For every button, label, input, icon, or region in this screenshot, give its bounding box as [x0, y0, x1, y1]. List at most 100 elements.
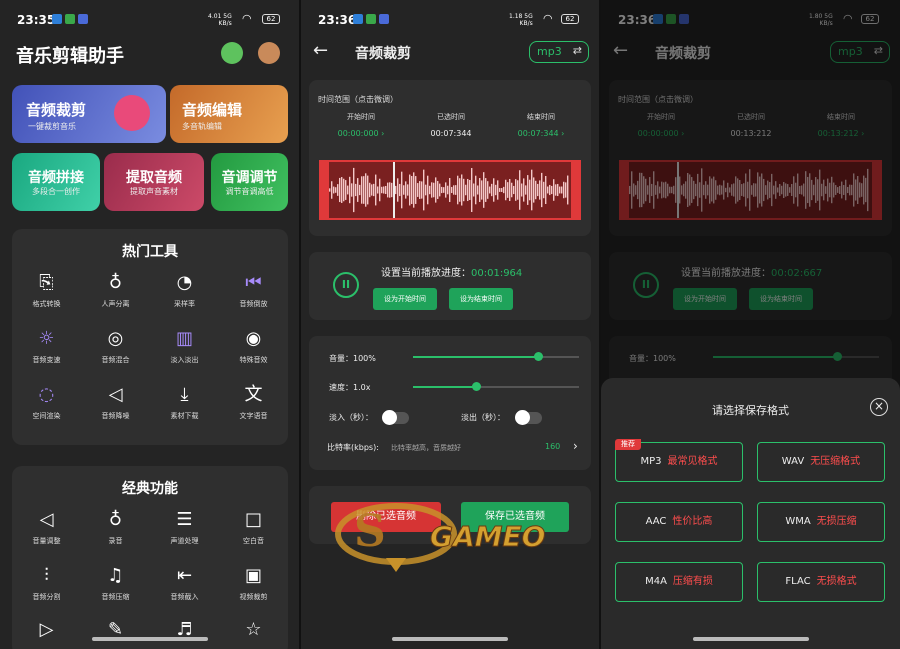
tool-vocal-separate[interactable]: ♁ 人声分离	[81, 271, 150, 309]
start-time-col[interactable]: 开始时间 00:00:000 ›	[321, 112, 401, 138]
waveform-bar	[411, 176, 413, 204]
bitrate-label: 比特率(kbps):	[327, 443, 379, 452]
waveform-bar	[407, 184, 409, 196]
home-indicator[interactable]	[692, 637, 809, 641]
right-handle[interactable]	[571, 162, 579, 218]
format-option-wma[interactable]: WMA 无损压缩	[757, 502, 885, 542]
card-pitch-adjust[interactable]: 音调调节 调节音调高低	[211, 153, 288, 211]
waveform-bar	[333, 186, 335, 194]
tool-format-convert[interactable]: ⎘ 格式转换	[12, 271, 81, 309]
waveform-bar	[447, 185, 449, 195]
tool-fade[interactable]: ▥ 淡入淡出	[150, 327, 219, 365]
wifi-icon: ◠	[543, 12, 553, 25]
card-extract-audio[interactable]: 提取音频 提取声音素材	[104, 153, 204, 211]
waveform-bar	[417, 183, 419, 197]
format-desc: 性价比高	[672, 516, 713, 527]
bitrate-value[interactable]: 160	[545, 442, 560, 451]
home-indicator[interactable]	[91, 637, 208, 641]
tool-volume[interactable]: ◁ 音量调整	[12, 508, 81, 546]
toggle-knob	[515, 410, 530, 425]
status-time: 23:35	[17, 13, 56, 27]
waveform-bar	[383, 186, 385, 194]
waveform-bar	[531, 169, 533, 211]
tool-label: 声道处理	[170, 537, 199, 545]
waveform-bar	[511, 182, 513, 198]
note-icon: ♫	[107, 565, 124, 586]
folder-icon[interactable]	[258, 42, 280, 64]
close-icon[interactable]: ×	[870, 398, 888, 416]
waveform[interactable]	[319, 160, 581, 220]
waveform-bar	[433, 182, 435, 198]
format-option-wav[interactable]: WAV 无压缩格式	[757, 442, 885, 482]
format-option-m4a[interactable]: M4A 压缩有损	[615, 562, 743, 602]
format-option-flac[interactable]: FLAC 无损格式	[757, 562, 885, 602]
fade-in-toggle[interactable]	[382, 410, 409, 425]
waveform-bar	[437, 181, 439, 199]
volume-slider[interactable]	[413, 352, 579, 361]
tool-sample-rate[interactable]: ◔ 采样率	[150, 271, 219, 309]
card-label: 音频裁剪	[26, 101, 87, 119]
tool-mix[interactable]: ◎ 音频混合	[81, 327, 150, 365]
tool-more-4[interactable]: ☆	[219, 618, 288, 642]
pause-button[interactable]: II	[333, 272, 359, 298]
card-audio-merge[interactable]: 音频拼接 多段合一创作	[12, 153, 100, 211]
waveform-bar	[413, 172, 415, 208]
waveform-bar	[337, 184, 339, 196]
tool-channel[interactable]: ☰ 声道处理	[150, 508, 219, 546]
tool-label: 采样率	[174, 300, 195, 308]
volume-fill	[413, 356, 538, 358]
tool-record[interactable]: ♁ 录音	[81, 508, 150, 546]
tool-silence[interactable]: □ 空白音	[219, 508, 288, 546]
playhead[interactable]	[393, 162, 395, 218]
home-indicator[interactable]	[392, 637, 508, 641]
chevron-right-icon[interactable]: ›	[573, 439, 578, 453]
format-sheet: 请选择保存格式 × 推荐 MP3 最常见格式 WAV 无压缩格式 AAC 性价比高 WM…	[601, 378, 900, 649]
waveform-bar	[561, 186, 563, 194]
end-time-col[interactable]: 结束时间 00:07:344 ›	[501, 112, 581, 138]
tool-label: 音频倒放	[239, 300, 268, 308]
avatar[interactable]	[221, 42, 243, 64]
waveform-bar	[513, 185, 515, 195]
tool-import[interactable]: ⇤ 音频截入	[150, 564, 219, 602]
tool-video-cut[interactable]: ▣ 视频裁剪	[219, 564, 288, 602]
waveform-bar	[347, 185, 349, 195]
svg-text:GAMEO: GAMEO	[430, 520, 545, 553]
waveform-bar	[515, 179, 517, 201]
tool-more-1[interactable]: ▷	[12, 618, 81, 642]
card-audio-edit[interactable]: 音频编辑 多音轨编辑	[170, 85, 288, 143]
set-start-button[interactable]: 设为开始时间	[373, 288, 437, 310]
card-label: 提取音频	[126, 170, 182, 186]
progress-row: 设置当前播放进度：00:01:964	[381, 264, 522, 279]
battery-icon: 62	[561, 14, 579, 24]
tool-label: 音频压缩	[101, 593, 130, 601]
waveform-bar	[475, 175, 477, 205]
tool-reverse[interactable]: ⏮ 音频倒放	[219, 271, 288, 309]
fade-out-toggle[interactable]	[515, 410, 542, 425]
card-audio-cut[interactable]: 音频裁剪 一键裁剪音乐	[12, 85, 166, 143]
sheet-title: 请选择保存格式	[712, 404, 789, 417]
tool-compress[interactable]: ♫ 音频压缩	[81, 564, 150, 602]
tool-download[interactable]: ⤓ 素材下载	[150, 383, 219, 421]
waveform-bar	[399, 183, 401, 197]
tool-speed[interactable]: ☼ 音频变速	[12, 327, 81, 365]
tool-split[interactable]: ⫶ 音频分割	[12, 564, 81, 602]
format-select-screen: 23:36 1.80 5GKB/s ◠ 62 ← 音频裁剪 mp3⇄ 时间范围（…	[601, 0, 900, 649]
tool-denoise[interactable]: ◁ 音频降噪	[81, 383, 150, 421]
app-title: 音乐剪辑助手	[16, 46, 124, 67]
waveform-bar	[439, 183, 441, 197]
set-end-button[interactable]: 设为结束时间	[449, 288, 513, 310]
back-arrow-icon[interactable]: ←	[313, 40, 328, 61]
format-name: WAV	[781, 456, 805, 467]
tool-spatial[interactable]: ◌ 空间渲染	[12, 383, 81, 421]
format-switch-button[interactable]: mp3 ⇄	[529, 41, 589, 63]
waveform-bar	[415, 176, 417, 204]
speed-slider[interactable]	[413, 382, 579, 391]
tool-effects[interactable]: ◉ 特殊音效	[219, 327, 288, 365]
format-option-aac[interactable]: AAC 性价比高	[615, 502, 743, 542]
volume-knob[interactable]	[533, 352, 543, 361]
speed-knob[interactable]	[472, 382, 482, 391]
left-handle[interactable]	[321, 162, 329, 218]
format-option-mp3[interactable]: 推荐 MP3 最常见格式	[615, 439, 743, 482]
progress-time: 00:01:964	[471, 268, 523, 279]
tool-tts[interactable]: 文文字语音	[219, 383, 288, 421]
